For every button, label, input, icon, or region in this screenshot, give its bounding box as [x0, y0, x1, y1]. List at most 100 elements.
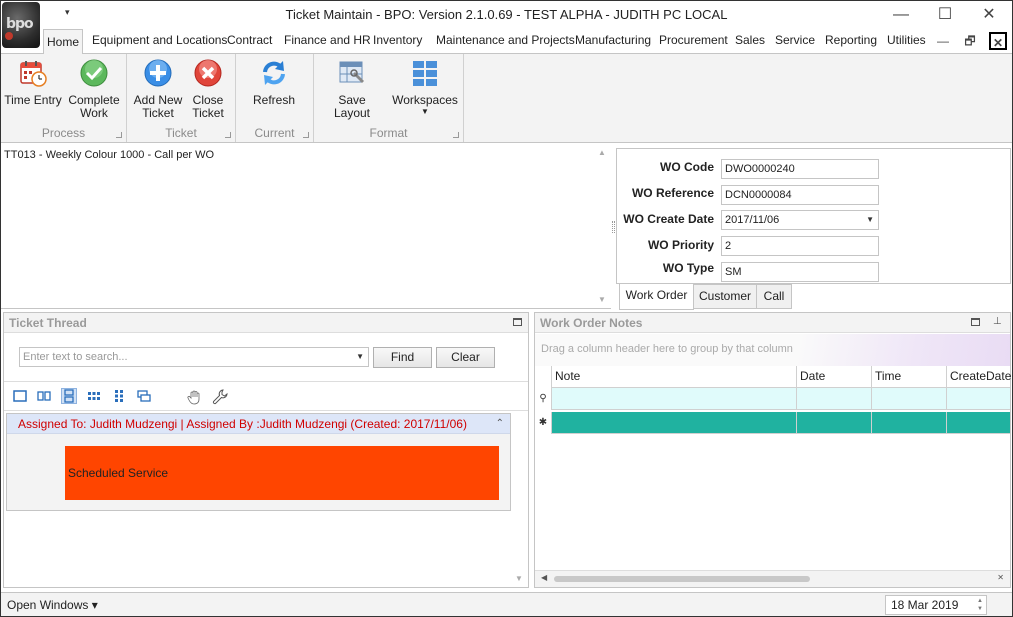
search-input[interactable]: Enter text to search... ▼ [19, 347, 369, 367]
mdi-close-button[interactable]: ✕ [989, 32, 1007, 50]
group-by-hint: Drag a column header here to group by th… [541, 343, 793, 355]
layout-columns-grid-icon[interactable] [112, 389, 126, 403]
wrench-icon[interactable] [212, 389, 228, 405]
tab-utilities[interactable]: Utilities [887, 33, 926, 47]
tab-work-order[interactable]: Work Order [619, 284, 694, 310]
close-ticket-button[interactable]: Close Ticket [185, 58, 231, 120]
find-button[interactable]: Find [373, 347, 432, 368]
chevron-down-icon[interactable]: ▼ [866, 211, 874, 229]
column-header-note[interactable]: Note [552, 366, 797, 388]
maximize-panel-icon[interactable] [971, 318, 980, 326]
ribbon-group-label: Process [41, 126, 86, 140]
ticket-thread-title: Ticket Thread [9, 316, 87, 330]
scroll-right-icon[interactable]: ✕ [997, 573, 1004, 582]
group-launcher-icon[interactable] [303, 132, 309, 138]
tab-service[interactable]: Service [775, 33, 815, 47]
mdi-restore-button[interactable]: 🗗 [961, 32, 979, 50]
tab-finance-and-hr[interactable]: Finance and HR [284, 33, 371, 47]
open-windows-menu[interactable]: Open Windows ▾ [7, 598, 98, 612]
filter-cell-time[interactable] [872, 388, 947, 410]
layout-two-columns-icon[interactable] [37, 389, 51, 403]
scroll-down-icon[interactable]: ▼ [598, 295, 606, 304]
wo-create-date-field[interactable]: 2017/11/06 ▼ [721, 210, 879, 230]
tab-customer[interactable]: Customer [693, 284, 757, 309]
ribbon-group-current: Refresh Current [236, 54, 314, 142]
status-date-field[interactable]: 18 Mar 2019 ▲ ▼ [885, 595, 987, 615]
layout-cascade-icon[interactable] [137, 389, 151, 403]
group-launcher-icon[interactable] [225, 132, 231, 138]
ribbon-group-format: Save Layout Workspaces ▼ Format [314, 54, 464, 142]
tab-procurement[interactable]: Procurement [659, 33, 728, 47]
new-cell-createdate[interactable] [947, 412, 1010, 434]
minimize-window-button[interactable]: — [881, 3, 921, 27]
tab-contract[interactable]: Contract [227, 33, 272, 47]
new-cell-date[interactable] [797, 412, 872, 434]
scrollbar-thumb[interactable] [554, 576, 810, 582]
collapse-icon[interactable]: ⌃ [496, 414, 504, 434]
tab-home[interactable]: Home [43, 29, 83, 54]
filter-row[interactable]: ⚲ [535, 388, 1010, 410]
new-cell-time[interactable] [872, 412, 947, 434]
group-launcher-icon[interactable] [453, 132, 459, 138]
add-new-ticket-button[interactable]: Add New Ticket [132, 58, 184, 120]
ticket-thread-scrollbar[interactable]: ▼ [511, 411, 528, 587]
complete-work-button[interactable]: Complete Work [67, 58, 121, 120]
wo-create-date-label: WO Create Date [623, 212, 714, 226]
spin-icon[interactable]: ▲ ▼ [977, 597, 983, 613]
splitter-handle[interactable] [612, 221, 615, 233]
filter-cell-date[interactable] [797, 388, 872, 410]
tab-sales[interactable]: Sales [735, 33, 765, 47]
logo-text: bpo [6, 16, 34, 32]
column-header-time[interactable]: Time [872, 366, 947, 388]
list-item[interactable]: Scheduled Service [65, 446, 499, 500]
description-scrollbar[interactable]: ▲ ▼ [594, 144, 611, 308]
maximize-window-button[interactable]: ☐ [925, 3, 965, 27]
wo-type-field[interactable]: SM [721, 262, 879, 282]
wo-priority-field[interactable]: 2 [721, 236, 879, 256]
scroll-left-icon[interactable]: ◀ [541, 573, 547, 582]
layout-grid-icon[interactable] [87, 389, 101, 403]
app-logo[interactable]: bpo [2, 2, 40, 48]
list-item-header[interactable]: Assigned To: Judith Mudzengi | Assigned … [7, 414, 510, 434]
tab-equipment-and-locations[interactable]: Equipment and Locations [92, 33, 227, 47]
new-item-row[interactable]: ✱ [535, 412, 1010, 434]
filter-icon: ⚲ [535, 388, 552, 410]
filter-cell-note[interactable] [552, 388, 797, 410]
time-entry-button[interactable]: Time Entry [4, 58, 62, 107]
ticket-description-area[interactable]: TT013 - Weekly Colour 1000 - Call per WO… [1, 144, 611, 309]
group-by-panel[interactable]: Drag a column header here to group by th… [535, 334, 1010, 366]
wo-priority-label: WO Priority [647, 238, 714, 252]
hand-pan-icon[interactable] [187, 389, 203, 405]
close-window-button[interactable]: ✕ [969, 3, 1009, 27]
column-header-date[interactable]: Date [797, 366, 872, 388]
filter-cell-createdate[interactable] [947, 388, 1010, 410]
wo-code-field[interactable]: DWO0000240 [721, 159, 879, 179]
scroll-up-icon[interactable]: ▲ [598, 148, 606, 157]
clear-button[interactable]: Clear [436, 347, 495, 368]
layout-rows-icon[interactable] [61, 388, 77, 404]
tab-reporting[interactable]: Reporting [825, 33, 877, 47]
new-cell-note[interactable] [552, 412, 797, 434]
assigned-text: Assigned To: Judith Mudzengi | Assigned … [18, 417, 467, 431]
wo-reference-field[interactable]: DCN0000084 [721, 185, 879, 205]
maximize-panel-icon[interactable] [513, 318, 522, 326]
complete-work-label: Complete Work [68, 93, 120, 120]
tab-inventory[interactable]: Inventory [373, 33, 422, 47]
work-order-notes-panel: Work Order Notes ⊥ Drag a column header … [534, 312, 1011, 588]
mdi-minimize-button[interactable]: — [934, 32, 952, 50]
tab-maintenance-and-projects[interactable]: Maintenance and Projects [436, 33, 575, 47]
pin-icon[interactable]: ⊥ [993, 316, 1002, 327]
column-header-createdate[interactable]: CreateDate [947, 366, 1011, 388]
tab-manufacturing[interactable]: Manufacturing [575, 33, 651, 47]
workspaces-button[interactable]: Workspaces ▼ [392, 58, 458, 117]
refresh-button[interactable]: Refresh [248, 58, 300, 107]
chevron-down-icon[interactable]: ▼ [356, 348, 364, 366]
group-launcher-icon[interactable] [116, 132, 122, 138]
save-layout-button[interactable]: Save Layout [319, 58, 385, 120]
work-order-panel: WO Code DWO0000240 WO Reference DCN00000… [616, 148, 1011, 284]
layout-single-icon[interactable] [13, 389, 27, 403]
notes-horizontal-scrollbar[interactable]: ◀ ✕ [535, 570, 1010, 587]
scroll-down-icon[interactable]: ▼ [515, 574, 523, 583]
ticket-thread-header: Ticket Thread [4, 313, 528, 333]
tab-call[interactable]: Call [756, 284, 792, 309]
